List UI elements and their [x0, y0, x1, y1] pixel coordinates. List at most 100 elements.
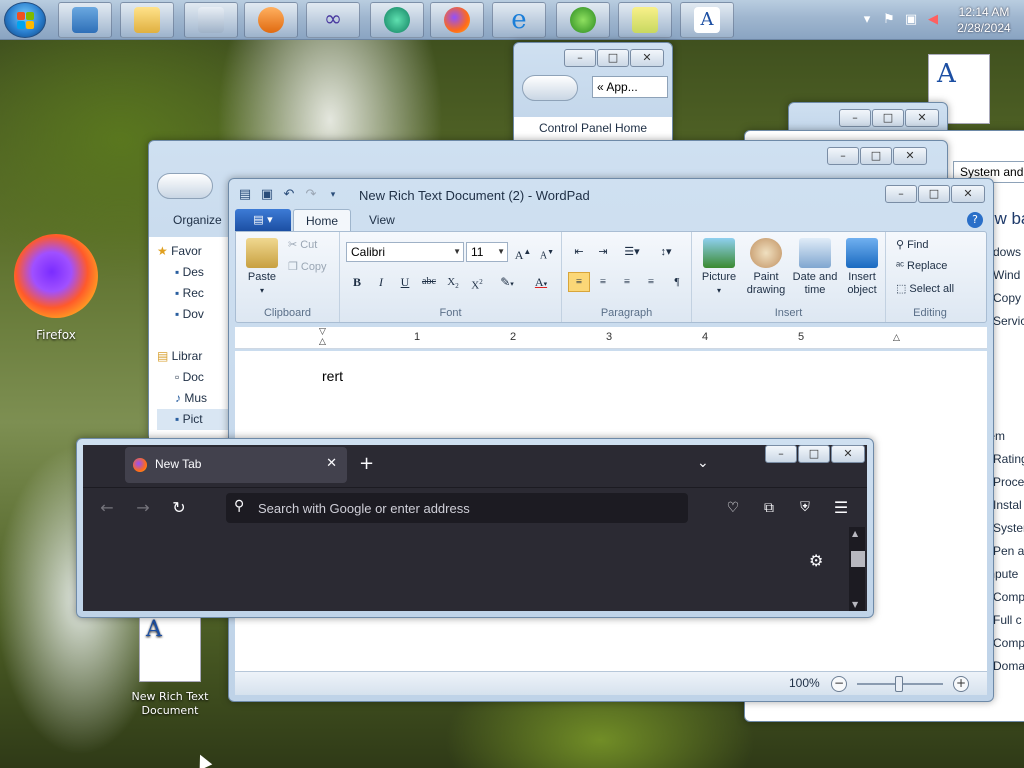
strikethrough-button[interactable]: abc: [418, 272, 440, 292]
address-bar[interactable]: « App...: [592, 76, 668, 98]
date-time-button[interactable]: Date and time: [790, 238, 840, 297]
minimize-button[interactable]: –: [564, 49, 596, 67]
info-line[interactable]: Rating: [993, 448, 1024, 471]
scrollbar[interactable]: ▲ ▼: [849, 527, 865, 611]
taskbar-calculator-button[interactable]: [184, 2, 238, 38]
superscript-button[interactable]: X2: [466, 272, 488, 292]
taskbar-control-panel-button[interactable]: [58, 2, 112, 38]
font-size-select[interactable]: 11 ▼: [466, 242, 508, 262]
ublock-shield-icon[interactable]: ⛨: [795, 498, 815, 518]
taskbar-ie-button[interactable]: e: [492, 2, 546, 38]
close-button[interactable]: ✕: [831, 445, 865, 463]
desktop-icon-rtf[interactable]: A New Rich Text Document: [124, 614, 216, 718]
nav-item-favorites[interactable]: ★ Favor: [157, 241, 231, 262]
back-forward-buttons[interactable]: [522, 75, 578, 101]
picture-button[interactable]: Picture ▾: [696, 238, 742, 297]
paint-drawing-button[interactable]: Paint drawing: [744, 238, 788, 297]
clock[interactable]: 12:14 AM 2/28/2024: [944, 4, 1024, 36]
start-button[interactable]: [4, 2, 46, 38]
network-icon[interactable]: ▣: [903, 12, 919, 28]
undo-icon[interactable]: ↶: [281, 187, 297, 203]
taskbar-explorer-button[interactable]: [120, 2, 174, 38]
taskbar-app-button[interactable]: ∞: [306, 2, 360, 38]
right-indent-marker-icon[interactable]: △: [893, 333, 900, 343]
menu-hamburger-icon[interactable]: ☰: [831, 498, 851, 518]
italic-button[interactable]: I: [370, 272, 392, 292]
reload-button[interactable]: ↻: [169, 498, 189, 518]
back-button[interactable]: ←: [97, 498, 117, 518]
scroll-down-icon[interactable]: ▼: [852, 600, 858, 609]
close-button[interactable]: ✕: [893, 147, 927, 165]
select-all-button[interactable]: ⬚ Select all: [896, 282, 954, 296]
maximize-button[interactable]: □: [872, 109, 904, 127]
maximize-button[interactable]: □: [918, 185, 950, 203]
taskbar-windows-button[interactable]: [556, 2, 610, 38]
desktop-icon-firefox[interactable]: Firefox: [10, 234, 102, 342]
close-button[interactable]: ✕: [951, 185, 985, 203]
url-input[interactable]: [258, 497, 678, 519]
paragraph-settings-button[interactable]: ¶: [666, 272, 688, 292]
taskbar-media-button[interactable]: [244, 2, 298, 38]
organize-button[interactable]: Organize: [173, 213, 222, 227]
decrease-indent-button[interactable]: ⇤: [568, 242, 590, 262]
maximize-button[interactable]: □: [860, 147, 892, 165]
forward-button[interactable]: →: [133, 498, 153, 518]
bold-button[interactable]: B: [346, 272, 368, 292]
pocket-icon[interactable]: ♡: [723, 498, 743, 518]
document-text[interactable]: rert: [322, 368, 343, 384]
extensions-icon[interactable]: ⧉: [759, 498, 779, 518]
tab-view[interactable]: View: [357, 209, 407, 231]
font-family-select[interactable]: Calibri ▼: [346, 242, 464, 262]
action-center-flag-icon[interactable]: ⚑: [881, 12, 897, 28]
align-center-button[interactable]: ≡: [592, 272, 614, 292]
minimize-button[interactable]: –: [765, 445, 797, 463]
minimize-button[interactable]: –: [885, 185, 917, 203]
nav-item-recent[interactable]: ▪ Rec: [157, 283, 231, 304]
list-all-tabs-chevron-icon[interactable]: ⌄: [697, 455, 709, 471]
close-button[interactable]: ✕: [630, 49, 664, 67]
new-tab-page[interactable]: ⚙: [83, 527, 867, 611]
tab-home[interactable]: Home: [293, 209, 352, 231]
zoom-in-button[interactable]: +: [953, 676, 969, 692]
scroll-up-icon[interactable]: ▲: [852, 529, 858, 538]
nav-item-libraries[interactable]: ▤ Librar: [157, 346, 231, 367]
show-hidden-icons-icon[interactable]: ▾: [859, 12, 875, 28]
taskbar-firefox-button[interactable]: [430, 2, 484, 38]
justify-button[interactable]: ≡: [640, 272, 662, 292]
line-spacing-button[interactable]: ↕▾: [650, 242, 682, 262]
scrollbar-thumb[interactable]: [851, 551, 865, 567]
insert-object-button[interactable]: Insert object: [840, 238, 884, 297]
nav-item-downloads[interactable]: ▪ Dov: [157, 304, 231, 325]
nav-item-pictures[interactable]: ▪ Pict: [157, 409, 231, 430]
minimize-button[interactable]: –: [827, 147, 859, 165]
indent-marker-icon[interactable]: ▽ △: [319, 327, 327, 349]
taskbar-app2-button[interactable]: [370, 2, 424, 38]
customize-toolbar-icon[interactable]: ▾: [325, 187, 341, 203]
zoom-slider-thumb[interactable]: [895, 676, 903, 692]
highlight-color-button[interactable]: ✎▾: [492, 272, 522, 292]
minimize-button[interactable]: –: [839, 109, 871, 127]
shrink-font-button[interactable]: A▼: [536, 242, 558, 262]
back-forward-buttons[interactable]: [157, 173, 213, 199]
zoom-out-button[interactable]: −: [831, 676, 847, 692]
maximize-button[interactable]: □: [798, 445, 830, 463]
application-menu-button[interactable]: ▤ ▾: [235, 209, 291, 231]
underline-button[interactable]: U: [394, 272, 416, 292]
tab-new-tab[interactable]: New Tab ✕: [125, 447, 347, 483]
help-icon[interactable]: ?: [967, 212, 983, 228]
copy-button[interactable]: ❐ Copy: [288, 260, 327, 274]
align-left-button[interactable]: ≡: [568, 272, 590, 292]
nav-item-documents[interactable]: ▫ Doc: [157, 367, 231, 388]
subscript-button[interactable]: X2: [442, 272, 464, 292]
taskbar-wordpad-button[interactable]: A: [680, 2, 734, 38]
gear-icon[interactable]: ⚙: [809, 551, 823, 570]
ruler[interactable]: ▽ △ 1 2 3 4 5 △: [235, 327, 987, 349]
replace-button[interactable]: ᵃᶜ Replace: [896, 260, 947, 272]
new-tab-button[interactable]: +: [359, 455, 374, 473]
nav-item-music[interactable]: ♪ Mus: [157, 388, 231, 409]
text-color-button[interactable]: A▾: [526, 272, 556, 292]
grow-font-button[interactable]: A▲: [512, 242, 534, 262]
maximize-button[interactable]: □: [597, 49, 629, 67]
find-button[interactable]: ⚲ Find: [896, 238, 928, 252]
taskbar-notes-button[interactable]: [618, 2, 672, 38]
